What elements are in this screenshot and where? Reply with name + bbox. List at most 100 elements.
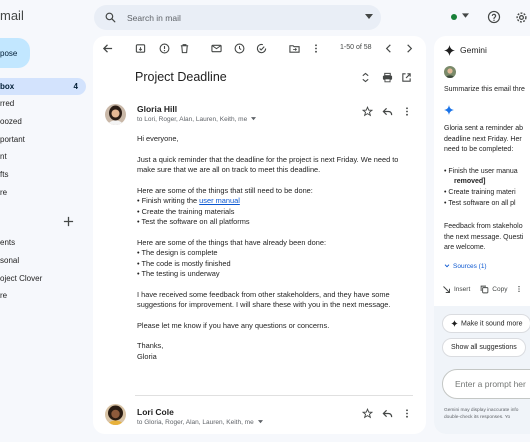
- chevron-down-icon[interactable]: [444, 264, 450, 268]
- copy-button[interactable]: Copy: [480, 285, 507, 294]
- sidebar-item-drafts[interactable]: fts: [0, 166, 86, 183]
- older-chevron-icon[interactable]: [405, 43, 414, 54]
- reply-icon[interactable]: [382, 106, 393, 117]
- disclaimer-line: Gemini may display inaccurate info: [444, 408, 519, 413]
- compose-button[interactable]: pose: [0, 38, 30, 68]
- todo-intro: Here are some of the things that still n…: [137, 185, 313, 195]
- recipients-dropdown-icon[interactable]: [257, 420, 263, 424]
- disclaimer-line: double-check its responses. Yo: [444, 415, 511, 420]
- sources-label[interactable]: Sources (1): [453, 263, 487, 270]
- search-input[interactable]: Search in mail: [127, 13, 181, 23]
- gemini-bullet: • Finish the user manua: [444, 168, 518, 175]
- message-more-icon[interactable]: [404, 408, 410, 419]
- gemini-feedback-line: are welcome.: [444, 244, 486, 251]
- gemini-actions: Insert Copy: [442, 284, 521, 294]
- message-divider: [135, 395, 413, 396]
- sidebar-item-important[interactable]: portant: [0, 131, 86, 148]
- report-spam-icon[interactable]: [159, 43, 170, 54]
- gemini-bullet: • Test software on all pl: [444, 200, 516, 207]
- sidebar-item-more[interactable]: re: [0, 184, 86, 201]
- sidebar-item-label: ents: [0, 238, 16, 247]
- list-item-text: Finish writing the: [141, 196, 200, 205]
- sidebar-item-label: oozed: [0, 117, 22, 126]
- add-task-icon[interactable]: [256, 43, 267, 54]
- reply-icon[interactable]: [382, 408, 393, 419]
- more-options-icon[interactable]: [313, 43, 319, 54]
- archive-icon[interactable]: [135, 43, 146, 54]
- chip-label[interactable]: Show all suggestions: [451, 344, 517, 351]
- email-subject: Project Deadline: [135, 70, 227, 84]
- sidebar-label-more[interactable]: re: [0, 287, 86, 304]
- email-view-panel: 1-50 of 58 Project Deadline Gloria Hill …: [93, 36, 426, 434]
- sender-name[interactable]: Gloria Hill: [137, 104, 177, 114]
- sidebar-item-label: rred: [0, 99, 15, 108]
- help-icon[interactable]: [487, 10, 501, 24]
- recipients-list[interactable]: to Gloria, Roger, Alan, Lauren, Keith, m…: [137, 419, 254, 426]
- open-in-new-window-icon[interactable]: [401, 72, 412, 83]
- sidebar-label-clients[interactable]: ents: [0, 234, 86, 251]
- search-options-caret-icon[interactable]: [365, 14, 373, 20]
- todo-list: Finish writing the user manual Create th…: [137, 196, 415, 228]
- gear-icon[interactable]: [514, 10, 529, 25]
- move-to-folder-icon[interactable]: [289, 43, 300, 54]
- sidebar-item-inbox[interactable]: box 4: [0, 78, 86, 95]
- email-body: Hi everyone, Just a quick reminder that …: [137, 134, 415, 362]
- list-item: The design is complete: [137, 248, 415, 259]
- email-signature: Gloria: [137, 351, 157, 361]
- status-caret-icon[interactable]: [462, 13, 469, 19]
- gemini-more-icon[interactable]: [517, 284, 521, 294]
- gemini-bullet-text: Create training materi: [448, 189, 516, 196]
- gemini-bullet-text: Finish the user manua: [448, 168, 518, 175]
- app-logo-text[interactable]: mail: [0, 8, 24, 23]
- copy-label[interactable]: Copy: [492, 286, 507, 293]
- sidebar-item-snoozed[interactable]: oozed: [0, 113, 86, 130]
- email-paragraph: Just a quick reminder that the deadline …: [137, 154, 399, 175]
- list-item: The code is mostly finished: [137, 259, 415, 270]
- list-item: Create the training materials: [137, 207, 415, 218]
- status-indicator-icon[interactable]: [451, 14, 457, 20]
- search-icon[interactable]: [104, 11, 117, 24]
- list-item: The testing is underway: [137, 269, 415, 280]
- search-bar[interactable]: Search in mail: [94, 5, 381, 30]
- newer-chevron-icon[interactable]: [384, 43, 393, 54]
- reply-sender-avatar: [105, 404, 126, 425]
- snooze-clock-icon[interactable]: [234, 43, 245, 54]
- back-arrow-icon[interactable]: [102, 43, 113, 54]
- sources-toggle[interactable]: Sources (1): [444, 263, 487, 270]
- mark-unread-icon[interactable]: [211, 43, 222, 54]
- sidebar-item-sent[interactable]: nt: [0, 148, 86, 165]
- message-more-icon[interactable]: [404, 106, 410, 117]
- sidebar-label-project-clover[interactable]: oject Clover: [0, 270, 86, 287]
- reply-sender-name[interactable]: Lori Cole: [137, 407, 174, 417]
- star-icon[interactable]: [362, 408, 373, 419]
- user-avatar: [444, 66, 456, 78]
- insert-label[interactable]: Insert: [454, 286, 470, 293]
- add-label-icon[interactable]: [63, 216, 74, 227]
- gemini-bullet: • Create training materi: [444, 189, 516, 196]
- email-signoff: Thanks,: [137, 341, 164, 350]
- sidebar-item-label: nt: [0, 152, 7, 161]
- gemini-response-line: Gloria sent a reminder ab: [444, 125, 523, 132]
- delete-icon[interactable]: [179, 43, 190, 54]
- show-all-suggestions-chip[interactable]: Show all suggestions: [442, 338, 526, 357]
- recipients-list[interactable]: to Lori, Roger, Alan, Lauren, Keith, me: [137, 116, 247, 123]
- insert-icon: [443, 285, 450, 293]
- gemini-prompt-input[interactable]: Enter a prompt her: [442, 369, 530, 399]
- reply-recipients[interactable]: to Gloria, Roger, Alan, Lauren, Keith, m…: [137, 419, 263, 426]
- sidebar-item-label: fts: [0, 170, 9, 179]
- make-it-sound-more-chip[interactable]: Make it sound more: [442, 314, 530, 334]
- chip-label[interactable]: Make it sound more: [461, 320, 522, 327]
- done-list: The design is complete The code is mostl…: [137, 248, 415, 280]
- gemini-bullet-continuation: removed]: [454, 178, 486, 185]
- star-icon[interactable]: [362, 106, 373, 117]
- sidebar-label-personal[interactable]: sonal: [0, 252, 86, 269]
- sidebar-item-label: re: [0, 188, 8, 197]
- sidebar-item-starred[interactable]: rred: [0, 95, 86, 112]
- user-manual-link[interactable]: user manual: [199, 196, 240, 205]
- recipients-text[interactable]: to Lori, Roger, Alan, Lauren, Keith, me: [137, 116, 257, 123]
- print-icon[interactable]: [382, 72, 393, 83]
- expand-collapse-icon[interactable]: [361, 72, 370, 83]
- user-prompt-text: Summarize this email thre: [444, 86, 525, 93]
- recipients-dropdown-icon[interactable]: [251, 117, 257, 121]
- insert-button[interactable]: Insert: [442, 285, 470, 294]
